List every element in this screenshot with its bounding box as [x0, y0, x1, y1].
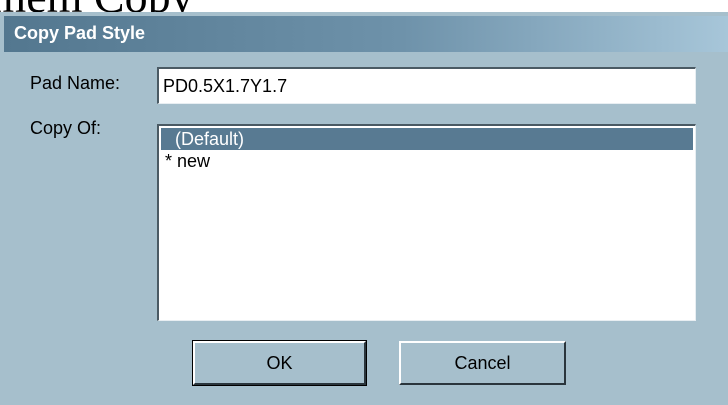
title-bar[interactable]: Copy Pad Style: [4, 16, 728, 52]
cancel-button[interactable]: Cancel: [399, 341, 566, 385]
list-item-default[interactable]: (Default): [161, 128, 693, 150]
window-title: Copy Pad Style: [14, 23, 146, 43]
ok-button[interactable]: OK: [192, 340, 367, 386]
list-item-new[interactable]: * new: [161, 150, 693, 172]
pad-name-label: Pad Name:: [30, 73, 121, 93]
pad-name-input[interactable]: PD0.5X1.7Y1.7: [157, 67, 696, 104]
copy-pad-style-dialog: Copy Pad Style Pad Name: PD0.5X1.7Y1.7 C…: [0, 12, 728, 405]
copy-of-listbox[interactable]: (Default) * new: [157, 124, 696, 321]
copy-of-label: Copy Of:: [30, 118, 102, 138]
